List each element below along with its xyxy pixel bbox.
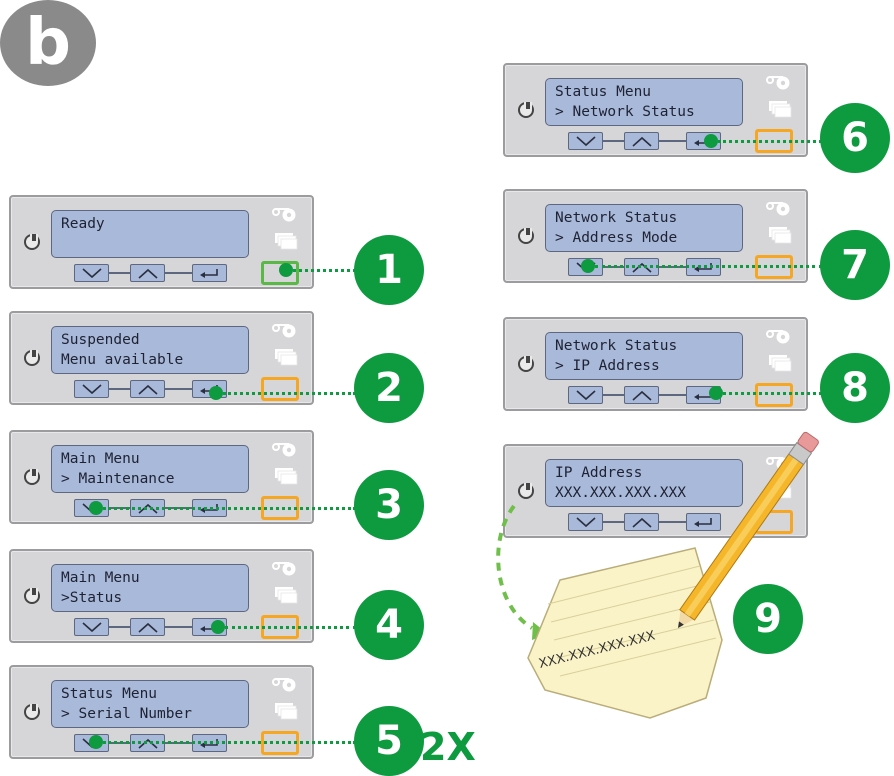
note-overlay: XXX.XXX.XXX.XXX [496,431,819,719]
notepaper-icon: XXX.XXX.XXX.XXX [527,547,723,719]
pencil-icon [678,431,819,628]
copy-arrow [496,504,534,630]
